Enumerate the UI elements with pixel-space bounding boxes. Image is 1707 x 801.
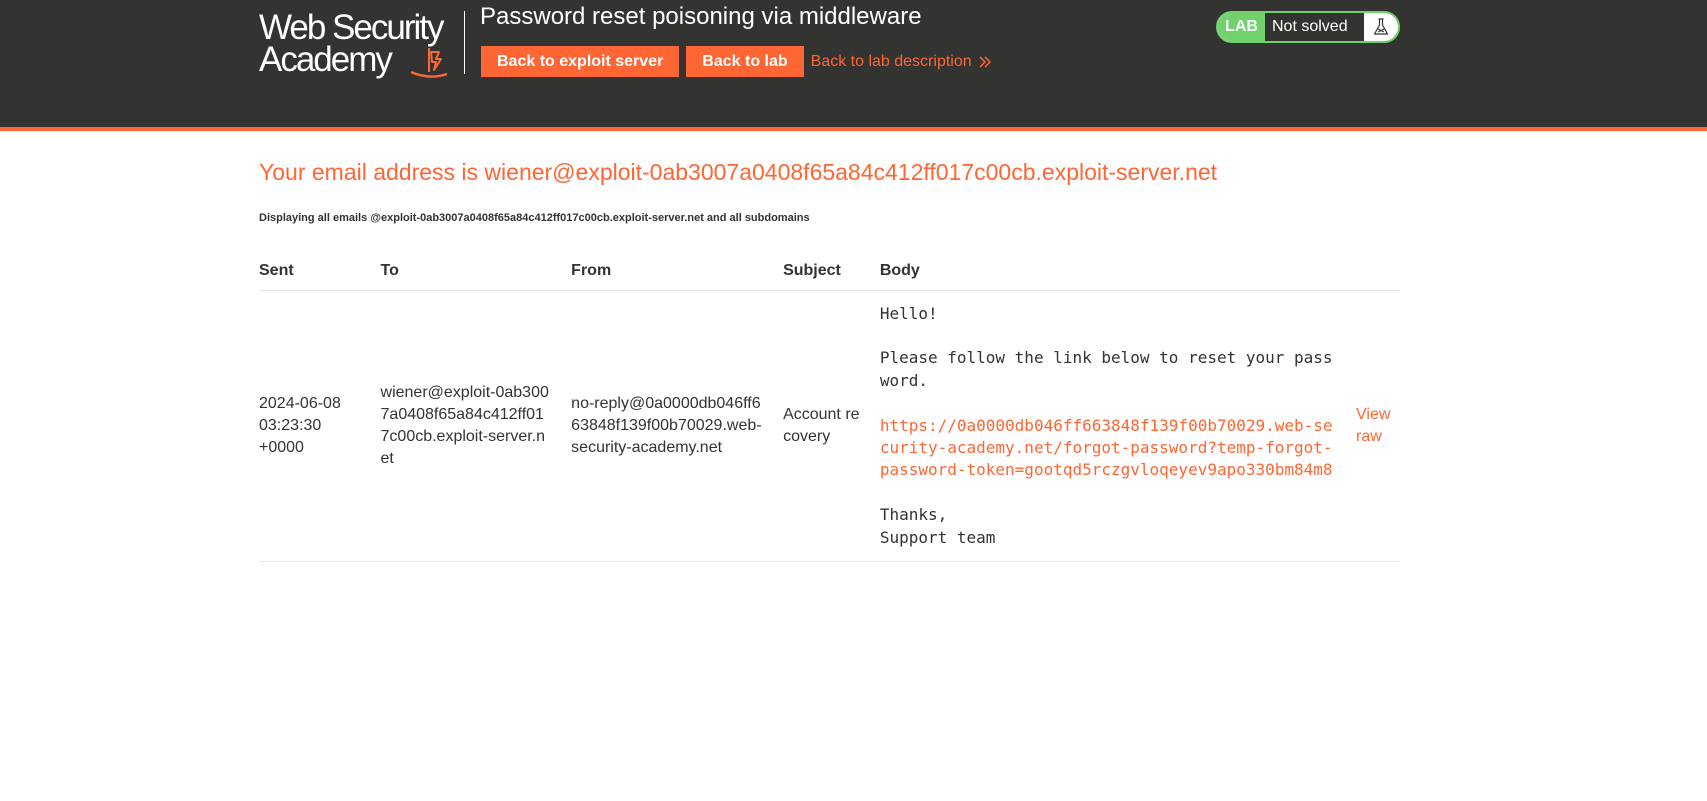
back-to-lab-button[interactable]: Back to lab bbox=[686, 46, 804, 77]
column-header-sent: Sent bbox=[259, 253, 381, 291]
email-body-instruction: Please follow the link below to reset yo… bbox=[879, 348, 1333, 390]
column-header-to: To bbox=[380, 253, 572, 291]
logo-divider bbox=[464, 11, 465, 74]
email-subject: Account recovery bbox=[783, 290, 880, 562]
email-subject-value: Account recovery bbox=[783, 405, 860, 445]
email-body-greeting: Hello! bbox=[879, 303, 938, 323]
email-sent-value: 2024-06-08 03:23:30 +0000 bbox=[259, 394, 341, 456]
view-raw-link[interactable]: View raw bbox=[1356, 404, 1400, 448]
flask-icon-container bbox=[1364, 13, 1398, 41]
lab-nav: Back to exploit server Back to lab Back … bbox=[481, 46, 992, 77]
column-header-from: From bbox=[571, 253, 784, 291]
lab-title: Password reset poisoning via middleware bbox=[480, 3, 922, 30]
email-row: 2024-06-08 03:23:30 +0000 wiener@exploit… bbox=[259, 290, 1400, 562]
lightning-icon bbox=[410, 48, 448, 78]
password-reset-link[interactable]: https://0a0000db046ff663848f139f00b70029… bbox=[880, 416, 1333, 480]
double-chevron-right-icon bbox=[979, 55, 991, 68]
email-from: no-reply@0a0000db046ff663848f139f00b7002… bbox=[571, 290, 784, 562]
display-note: Displaying all emails @exploit-0ab3007a0… bbox=[259, 212, 810, 224]
email-table: Sent To From Subject Body 2024-06-08 03:… bbox=[259, 253, 1400, 562]
back-to-lab-description-label: Back to lab description bbox=[810, 52, 972, 70]
lab-badge: LAB bbox=[1218, 13, 1265, 41]
lab-status-widget: LAB Not solved bbox=[1216, 11, 1400, 43]
column-header-body: Body bbox=[879, 253, 1353, 291]
logo-line2: Academy bbox=[259, 40, 393, 79]
lab-header: Web Security Academy Password reset pois… bbox=[0, 0, 1707, 131]
email-to-value: wiener@exploit-0ab3007a0408f65a84c412ff0… bbox=[380, 383, 549, 467]
back-to-exploit-server-button[interactable]: Back to exploit server bbox=[481, 46, 680, 77]
lab-status-text: Not solved bbox=[1265, 13, 1364, 41]
email-body-content: Hello! Please follow the link below to r… bbox=[880, 303, 1336, 549]
email-from-value: no-reply@0a0000db046ff663848f139f00b7002… bbox=[571, 394, 762, 456]
column-header-raw bbox=[1353, 253, 1400, 291]
back-to-lab-description-link[interactable]: Back to lab description bbox=[811, 53, 992, 71]
web-security-academy-logo[interactable]: Web Security Academy bbox=[259, 10, 465, 80]
email-table-header: Sent To From Subject Body bbox=[259, 253, 1400, 291]
column-header-subject: Subject bbox=[783, 253, 880, 291]
email-sent: 2024-06-08 03:23:30 +0000 bbox=[259, 290, 381, 562]
email-address-heading: Your email address is wiener@exploit-0ab… bbox=[259, 159, 1218, 185]
email-view-raw-cell: View raw bbox=[1353, 290, 1400, 562]
flask-icon bbox=[1373, 18, 1389, 35]
email-body: Hello! Please follow the link below to r… bbox=[879, 290, 1353, 562]
email-body-signoff: Thanks, Support team bbox=[879, 505, 996, 547]
email-to: wiener@exploit-0ab3007a0408f65a84c412ff0… bbox=[380, 290, 572, 562]
